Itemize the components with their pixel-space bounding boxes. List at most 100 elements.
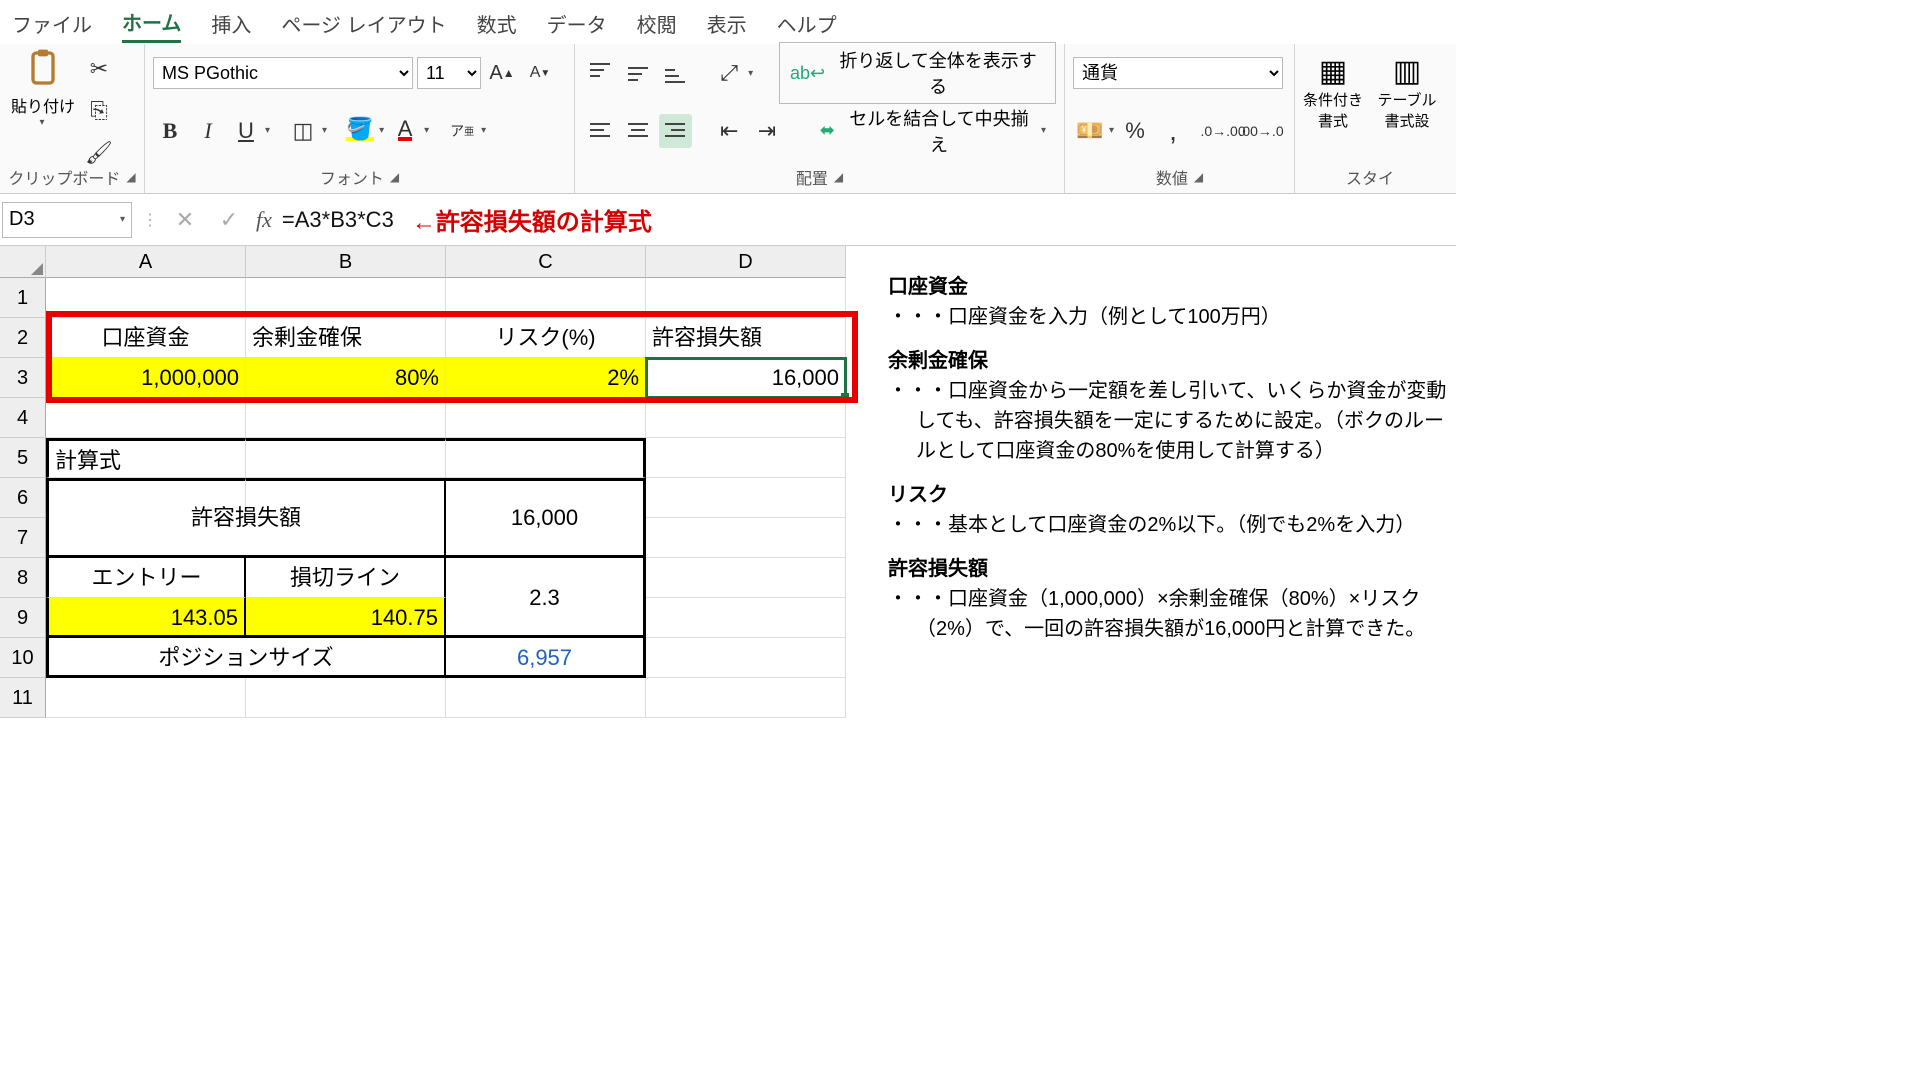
cell[interactable]: 16,000 bbox=[446, 518, 646, 558]
chevron-down-icon[interactable]: ▾ bbox=[748, 68, 753, 79]
cell[interactable]: 許容損失額 bbox=[646, 318, 846, 358]
phonetic-button[interactable]: ア亜 bbox=[445, 114, 479, 148]
cell[interactable] bbox=[446, 678, 646, 718]
cell[interactable] bbox=[246, 638, 446, 678]
row-header[interactable]: 4 bbox=[0, 398, 46, 438]
cell[interactable]: 許容損失額 bbox=[46, 518, 246, 558]
tab-view[interactable]: 表示 bbox=[707, 9, 747, 42]
tab-formulas[interactable]: 数式 bbox=[477, 9, 517, 42]
cell[interactable]: 1,000,000 bbox=[46, 358, 246, 398]
conditional-format-button[interactable]: 条件付き 書式 bbox=[1303, 89, 1363, 131]
tab-file[interactable]: ファイル bbox=[12, 9, 92, 42]
row-header[interactable]: 10 bbox=[0, 638, 46, 678]
row-header[interactable]: 6 bbox=[0, 478, 46, 518]
chevron-down-icon[interactable]: ▾ bbox=[322, 125, 327, 136]
align-center-button[interactable] bbox=[621, 114, 655, 148]
wrap-text-button[interactable]: ab↩ 折り返して全体を表示する bbox=[779, 42, 1056, 104]
cell[interactable] bbox=[46, 678, 246, 718]
bold-button[interactable]: B bbox=[153, 114, 187, 148]
cell[interactable] bbox=[646, 518, 846, 558]
fx-icon[interactable]: fx bbox=[256, 207, 272, 233]
increase-indent-button[interactable]: ⇥ bbox=[750, 114, 784, 148]
cell[interactable]: 2.3 bbox=[446, 598, 646, 638]
percent-button[interactable]: % bbox=[1118, 114, 1152, 148]
cell[interactable] bbox=[246, 438, 446, 478]
cut-button[interactable]: ✂ bbox=[82, 52, 116, 86]
chevron-down-icon[interactable]: ▾ bbox=[424, 125, 429, 136]
cell[interactable] bbox=[246, 398, 446, 438]
cell[interactable]: 80% bbox=[246, 358, 446, 398]
cell[interactable]: 6,957 bbox=[446, 638, 646, 678]
name-box[interactable]: D3 ▾ bbox=[2, 202, 132, 238]
row-header[interactable]: 5 bbox=[0, 438, 46, 478]
tab-home[interactable]: ホーム bbox=[122, 7, 181, 43]
cancel-formula-button[interactable]: ✕ bbox=[168, 203, 202, 237]
chevron-down-icon[interactable]: ▾ bbox=[379, 125, 384, 136]
cell[interactable]: ポジションサイズ bbox=[46, 638, 246, 678]
cell[interactable] bbox=[646, 598, 846, 638]
row-header[interactable]: 7 bbox=[0, 518, 46, 558]
dialog-launcher-icon[interactable]: ◢ bbox=[1194, 170, 1203, 184]
cell[interactable]: 損切ライン bbox=[246, 558, 446, 598]
enter-formula-button[interactable]: ✓ bbox=[212, 203, 246, 237]
row-header[interactable]: 3 bbox=[0, 358, 46, 398]
cell[interactable]: エントリー bbox=[46, 558, 246, 598]
cell[interactable] bbox=[246, 678, 446, 718]
row-header[interactable]: 1 bbox=[0, 278, 46, 318]
decrease-font-button[interactable]: A▼ bbox=[523, 56, 557, 90]
col-header-A[interactable]: A bbox=[46, 246, 246, 278]
chevron-down-icon[interactable]: ▾ bbox=[265, 125, 270, 136]
cell[interactable] bbox=[46, 278, 246, 318]
row-header[interactable]: 8 bbox=[0, 558, 46, 598]
cell[interactable] bbox=[646, 278, 846, 318]
tab-help[interactable]: ヘルプ bbox=[777, 9, 837, 42]
tab-data[interactable]: データ bbox=[547, 9, 607, 42]
chevron-down-icon[interactable]: ▾ bbox=[481, 125, 486, 136]
col-header-D[interactable]: D bbox=[646, 246, 846, 278]
cell[interactable] bbox=[446, 438, 646, 478]
cell[interactable] bbox=[46, 398, 246, 438]
cell[interactable] bbox=[246, 518, 446, 558]
dialog-launcher-icon[interactable]: ◢ bbox=[390, 170, 399, 184]
accounting-format-button[interactable]: 💴 bbox=[1073, 114, 1107, 148]
row-header[interactable]: 2 bbox=[0, 318, 46, 358]
font-color-button[interactable]: A bbox=[388, 114, 422, 148]
col-header-B[interactable]: B bbox=[246, 246, 446, 278]
cell[interactable] bbox=[446, 398, 646, 438]
cell[interactable] bbox=[646, 558, 846, 598]
borders-button[interactable]: ◫ bbox=[286, 114, 320, 148]
cell[interactable]: 143.05 bbox=[46, 598, 246, 638]
cell[interactable] bbox=[646, 438, 846, 478]
cell[interactable]: 2% bbox=[446, 358, 646, 398]
chevron-down-icon[interactable]: ▾ bbox=[39, 117, 44, 128]
col-header-C[interactable]: C bbox=[446, 246, 646, 278]
chevron-down-icon[interactable]: ▾ bbox=[120, 214, 125, 225]
select-all-corner[interactable] bbox=[0, 246, 46, 278]
cell[interactable]: 140.75 bbox=[246, 598, 446, 638]
tab-review[interactable]: 校閲 bbox=[637, 9, 677, 42]
italic-button[interactable]: I bbox=[191, 114, 225, 148]
cell[interactable] bbox=[646, 678, 846, 718]
tab-page-layout[interactable]: ページ レイアウト bbox=[281, 9, 446, 42]
formula-input[interactable]: =A3*B3*C3 bbox=[282, 207, 394, 233]
dialog-launcher-icon[interactable]: ◢ bbox=[834, 170, 843, 184]
cell[interactable]: 余剰金確保 bbox=[246, 318, 446, 358]
cell[interactable] bbox=[646, 478, 846, 518]
cell[interactable]: リスク(%) bbox=[446, 318, 646, 358]
align-top-button[interactable] bbox=[583, 56, 617, 90]
row-header[interactable]: 11 bbox=[0, 678, 46, 718]
tab-insert[interactable]: 挿入 bbox=[211, 9, 251, 42]
increase-font-button[interactable]: A▲ bbox=[485, 56, 519, 90]
cell[interactable] bbox=[446, 278, 646, 318]
merge-center-button[interactable]: ⬌ セルを結合して中央揃え ▾ bbox=[810, 101, 1056, 161]
cell[interactable] bbox=[646, 398, 846, 438]
align-bottom-button[interactable] bbox=[659, 56, 693, 90]
row-header[interactable]: 9 bbox=[0, 598, 46, 638]
comma-button[interactable]: , bbox=[1156, 114, 1190, 148]
number-format-select[interactable]: 通貨 bbox=[1073, 57, 1283, 89]
cell[interactable] bbox=[246, 278, 446, 318]
align-left-button[interactable] bbox=[583, 114, 617, 148]
align-right-button[interactable] bbox=[659, 114, 693, 148]
copy-button[interactable]: ⎘ bbox=[82, 94, 116, 128]
cell[interactable] bbox=[646, 638, 846, 678]
